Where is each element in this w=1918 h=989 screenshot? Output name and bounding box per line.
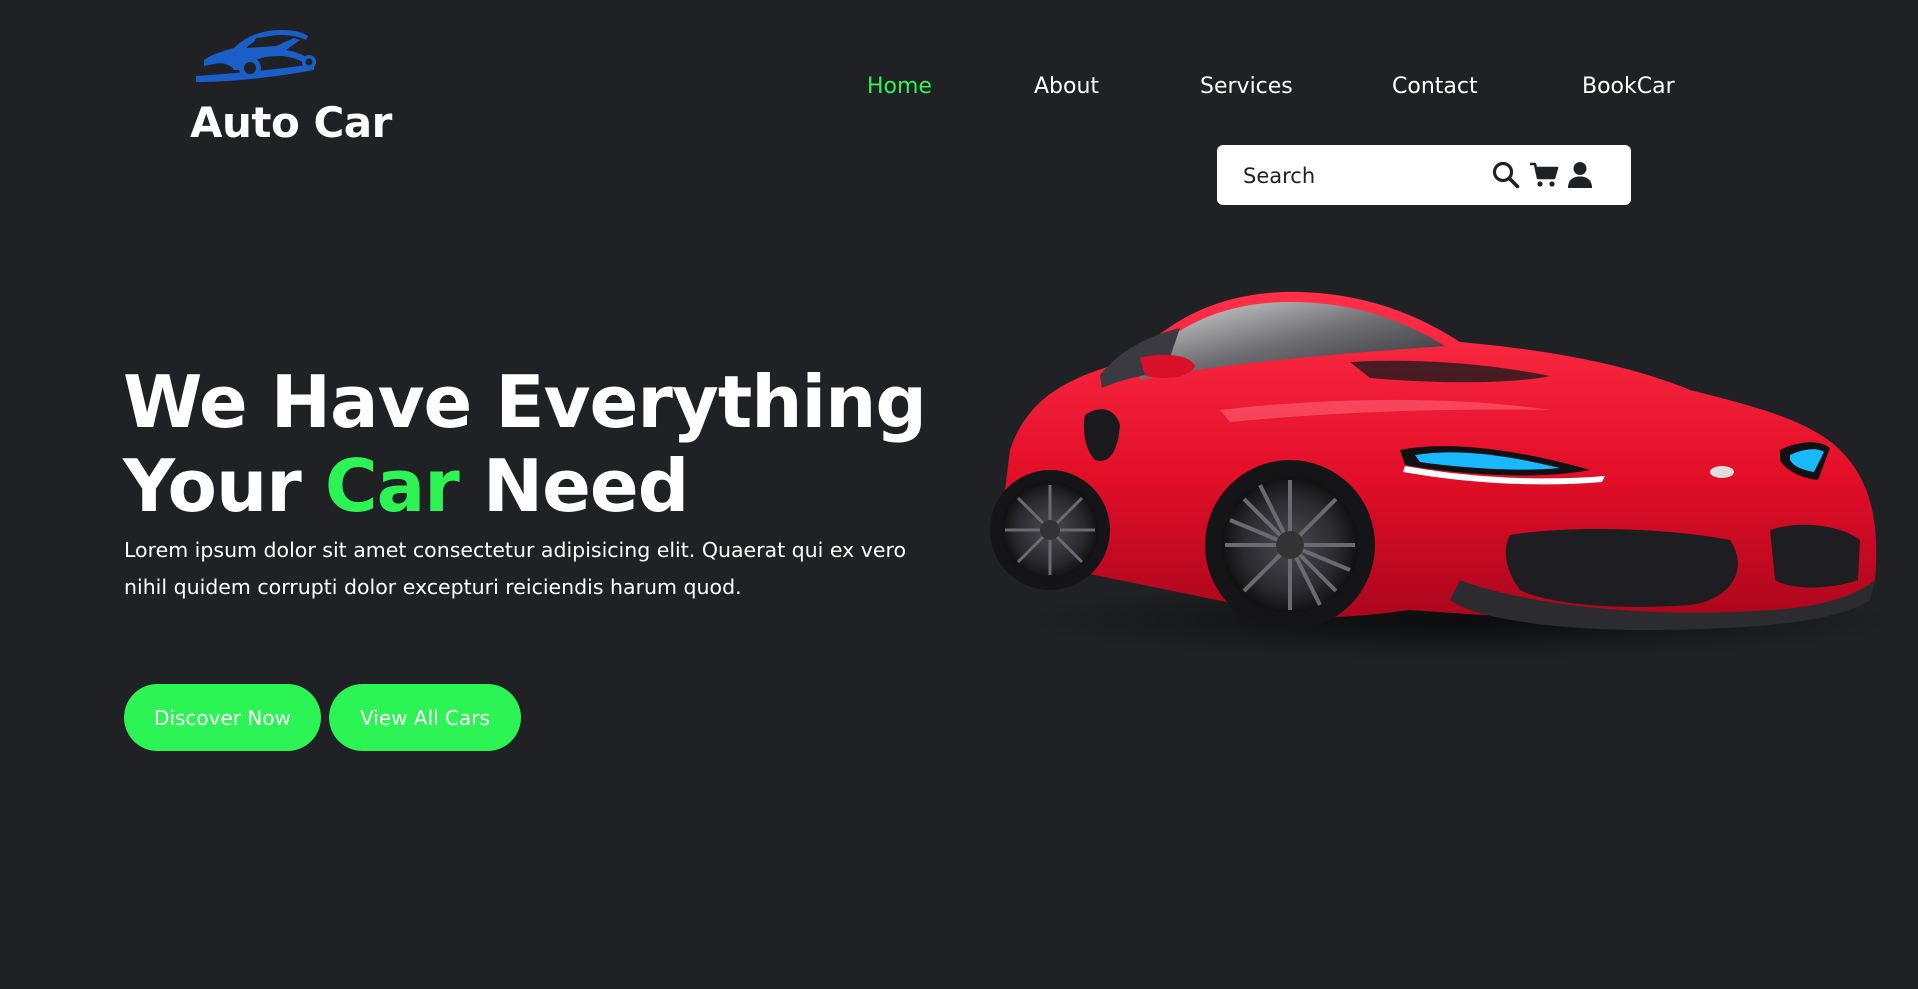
nav-item-home[interactable]: Home <box>867 74 932 99</box>
hero-title-accent: Car <box>324 444 460 528</box>
search-input[interactable] <box>1241 159 1485 193</box>
view-all-cars-button[interactable]: View All Cars <box>329 684 521 751</box>
discover-now-button[interactable]: Discover Now <box>124 684 321 751</box>
search-bar <box>1217 145 1631 205</box>
nav-item-about[interactable]: About <box>1034 74 1099 99</box>
hero-title-line1: We Have Everything <box>123 360 927 444</box>
nav-item-bookcar[interactable]: BookCar <box>1582 74 1675 99</box>
nav-item-contact[interactable]: Contact <box>1392 74 1478 99</box>
hero-description: Lorem ipsum dolor sit amet consectetur a… <box>124 538 907 599</box>
page: Auto Car Home About Services Contact Boo… <box>0 0 1918 989</box>
hero-title: We Have Everything Your Car Need <box>123 360 927 528</box>
main-nav: Home About Services Contact BookCar <box>0 74 1918 106</box>
user-icon[interactable] <box>1565 160 1595 190</box>
hero-title-line2-pre: Your <box>123 444 325 528</box>
cart-icon[interactable] <box>1529 160 1559 190</box>
nav-item-services[interactable]: Services <box>1200 74 1293 99</box>
hero-title-line2-post: Need <box>458 444 689 528</box>
red-sports-car-image <box>990 291 1890 660</box>
search-icon[interactable] <box>1491 160 1521 190</box>
